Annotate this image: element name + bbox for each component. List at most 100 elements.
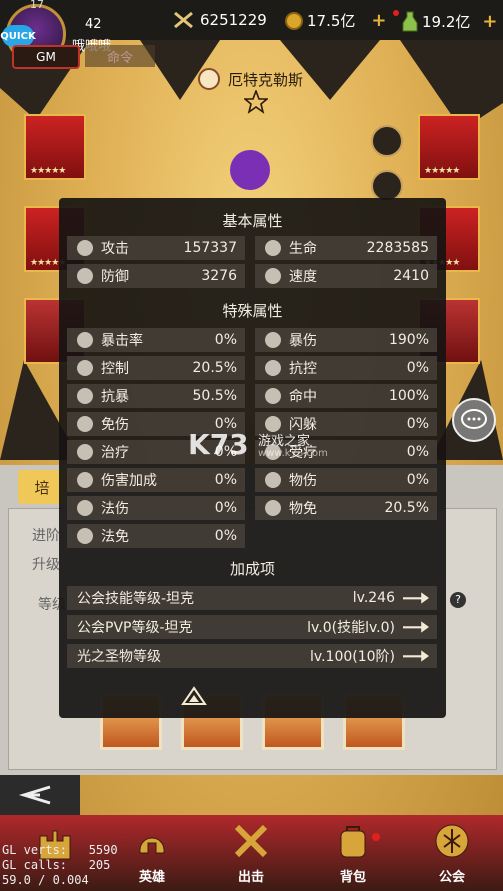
nav-item-bag[interactable]: 背包 [313, 815, 393, 891]
stat-label: 法免 [101, 529, 129, 545]
stat-value: 0% [406, 416, 429, 432]
arrow-right-icon[interactable] [403, 650, 429, 662]
backpack-icon [340, 826, 366, 858]
stat-value: 0% [214, 472, 237, 488]
spiral-icon [77, 360, 93, 376]
stat-row: 命中 100% [255, 384, 437, 408]
command-tab[interactable]: 命令 [85, 45, 155, 67]
back-button[interactable] [0, 775, 80, 815]
crossed-swords-icon [234, 824, 268, 858]
stat-row: 生命 2283585 [255, 236, 437, 260]
stat-row: 暴击率 0% [67, 328, 245, 352]
hexagon-menu-button[interactable] [371, 125, 403, 157]
upgrade-label: 升级 [32, 557, 60, 573]
skill-card[interactable]: ★★★★★ [418, 114, 480, 180]
stat-label: 命中 [289, 389, 317, 405]
stat-value: 100% [388, 388, 429, 404]
game-screen: QUICK 17 42 6251229 17.5亿 + 19.2亿 + 哦哦哦 … [0, 0, 503, 891]
player-level: 42 [85, 17, 102, 32]
hero-portrait [230, 150, 270, 190]
potion-value: 19.2亿 [422, 12, 471, 31]
bonus-label: 公会技能等级-坦克 [77, 591, 195, 607]
potion-bottle-icon [402, 11, 418, 32]
arrow-right-icon[interactable] [403, 621, 429, 633]
gm-badge[interactable]: GM [12, 45, 80, 69]
star-rating-icon: ★★★★★ [30, 166, 66, 176]
skill-card[interactable]: ★★★★★ [24, 114, 86, 180]
target-icon [265, 388, 281, 404]
guild-icon [435, 824, 469, 858]
chat-button[interactable] [452, 398, 496, 442]
boot-icon [265, 268, 281, 284]
bonus-row[interactable]: 公会技能等级-坦克 lv.246 [67, 586, 437, 610]
nav-item-guild[interactable]: 公会 [412, 815, 492, 891]
stat-value: 20.5% [192, 360, 237, 376]
watermark-logo: K73 [188, 428, 249, 461]
hero-title: 厄特克勒斯 [198, 68, 303, 90]
stat-value: 3276 [201, 268, 237, 284]
heart-icon [265, 240, 281, 256]
damage-bonus-icon [77, 472, 93, 488]
bonus-row[interactable]: 光之圣物等级 lv.100(10阶) [67, 644, 437, 668]
stat-row: 法免 0% [67, 524, 245, 548]
sword-icon [77, 240, 93, 256]
gold-notification-dot [393, 10, 399, 16]
stat-label: 暴击率 [101, 333, 143, 349]
bonus-title: 加成项 [229, 560, 275, 578]
guard-icon [77, 416, 93, 432]
top-bar: QUICK 17 42 6251229 17.5亿 + 19.2亿 + [0, 0, 503, 64]
stat-label: 法伤 [101, 501, 129, 517]
debug-verts: GL verts: 5590 [2, 843, 118, 857]
quick-button[interactable]: QUICK [0, 25, 36, 47]
help-icon[interactable]: ? [450, 592, 466, 608]
bonus-row[interactable]: 公会PVP等级-坦克 lv.0(技能lv.0) [67, 615, 437, 639]
stat-value: 0% [406, 360, 429, 376]
stat-label: 抗暴 [101, 389, 129, 405]
crossed-swords-icon [174, 11, 193, 29]
crit-damage-icon [265, 332, 281, 348]
magic-damage-icon [77, 500, 93, 516]
stat-value: 0% [214, 332, 237, 348]
stat-row: 暴伤 190% [255, 328, 437, 352]
lower-tab-label: 培 [34, 478, 50, 497]
arrow-right-icon[interactable] [403, 592, 429, 604]
gold-value: 17.5亿 [307, 12, 356, 30]
bonus-value: lv.100(10阶) [310, 649, 395, 665]
add-gold-button[interactable]: + [371, 10, 386, 31]
stat-row: 防御 3276 [67, 264, 245, 288]
stat-value: 2283585 [366, 240, 429, 256]
stat-value: 0% [214, 528, 237, 544]
stat-label: 物免 [289, 501, 317, 517]
rank-star-icon [244, 90, 268, 114]
stat-row: 速度 2410 [255, 264, 437, 288]
stat-row: 伤害加成 0% [67, 468, 245, 492]
chat-bubble-icon [461, 409, 487, 429]
bonus-value: lv.246 [352, 590, 395, 606]
hero-name: 厄特克勒斯 [228, 70, 304, 89]
stat-value: 2410 [393, 268, 429, 284]
gold-resource: 17.5亿 + [285, 10, 387, 31]
nav-label: 背包 [339, 870, 366, 885]
gold-coin-icon [285, 11, 303, 30]
add-potion-button[interactable]: + [482, 11, 497, 32]
nav-item-heroes[interactable]: 英雄 [112, 815, 192, 891]
power-resource: 6251229 [172, 10, 267, 30]
nav-label: 英雄 [138, 870, 165, 885]
stat-value: 50.5% [192, 388, 237, 404]
stat-value: 0% [406, 472, 429, 488]
collapse-panel-icon[interactable] [181, 686, 207, 706]
stat-value: 157337 [183, 240, 237, 256]
cross-icon [77, 444, 93, 460]
nav-label: 公会 [438, 870, 465, 885]
stat-row: 抗暴 50.5% [67, 384, 245, 408]
stat-label: 控制 [101, 361, 129, 377]
nav-item-battle[interactable]: 出击 [211, 815, 291, 891]
debug-stats: GL verts: 5590 GL calls: 205 59.0 / 0.004 [2, 843, 118, 888]
physical-damage-icon [265, 472, 281, 488]
special-attributes-title: 特殊属性 [222, 302, 283, 320]
stat-label: 物伤 [289, 473, 317, 489]
watermark-url: www.k73.com [258, 448, 328, 459]
bonus-label: 光之圣物等级 [77, 649, 161, 665]
nav-label: 出击 [237, 870, 264, 885]
potion-resource: 19.2亿 + [402, 10, 498, 32]
